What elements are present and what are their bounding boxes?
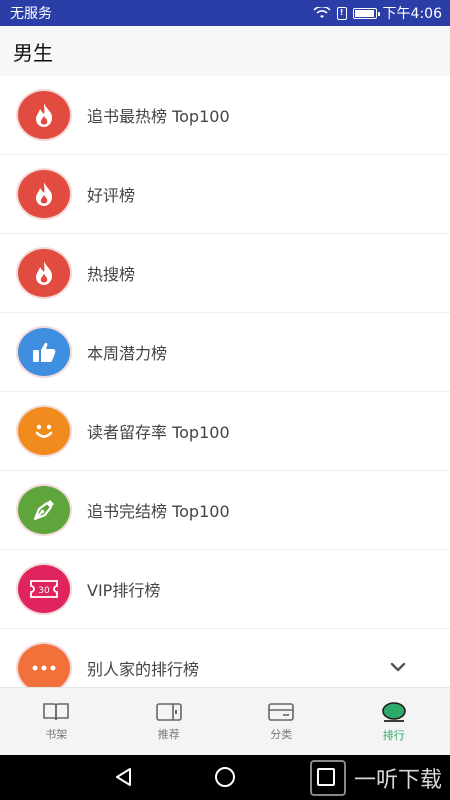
wifi-icon: [312, 7, 331, 18]
home-icon[interactable]: [213, 765, 237, 789]
back-icon[interactable]: [112, 765, 136, 789]
tab-label: 推荐: [157, 727, 180, 741]
battery-icon: [352, 7, 380, 19]
tab-ranking[interactable]: 排行: [338, 688, 450, 755]
watermark-logo: [309, 760, 346, 796]
tab-label: 排行: [382, 728, 405, 742]
ticket-text: 30: [38, 586, 50, 596]
ranking-label: 追书最热榜 Top100: [87, 107, 230, 126]
flame-icon: [18, 170, 70, 218]
page-title: 男生: [13, 40, 53, 65]
no-sim-icon: !: [336, 6, 347, 20]
ranking-item[interactable]: 读者留存率 Top100: [0, 392, 450, 471]
ranking-item-more[interactable]: 别人家的排行榜: [0, 629, 450, 687]
ranking-item[interactable]: 本周潜力榜: [0, 313, 450, 392]
chevron-down-icon[interactable]: [390, 659, 406, 675]
thumbs-up-icon: [18, 328, 70, 376]
bottom-tab-bar: 书架 推荐 分类 排行: [0, 687, 450, 755]
more-icon: [18, 644, 70, 687]
ranking-label: 好评榜: [87, 186, 136, 205]
book-icon: [43, 702, 70, 720]
smiley-icon: [18, 407, 70, 455]
ranking-item[interactable]: 追书最热榜 Top100: [0, 76, 450, 155]
ranking-label: 别人家的排行榜: [87, 660, 200, 679]
carrier-text: 无服务: [10, 6, 52, 22]
tab-category[interactable]: 分类: [225, 688, 338, 755]
tab-bookshelf[interactable]: 书架: [0, 688, 113, 755]
ranking-icon: [381, 701, 406, 722]
watermark-text: 一听下载: [353, 768, 442, 793]
clock: 下午4:06: [382, 6, 442, 22]
ranking-label: 追书完结榜 Top100: [87, 502, 230, 521]
ranking-label: VIP排行榜: [87, 581, 161, 600]
flame-icon: [18, 91, 70, 139]
tab-recommend[interactable]: 推荐: [113, 688, 226, 755]
pen-nib-icon: [18, 486, 70, 534]
status-bar: 无服务 ! 下午4:06: [0, 0, 450, 26]
ranking-item[interactable]: 热搜榜: [0, 234, 450, 313]
flame-icon: [18, 249, 70, 297]
ranking-item[interactable]: 好评榜: [0, 155, 450, 234]
ranking-label: 本周潜力榜: [87, 344, 168, 363]
tab-label: 分类: [270, 727, 293, 741]
ranking-item[interactable]: 追书完结榜 Top100: [0, 471, 450, 550]
ticket-icon: 30: [18, 565, 70, 613]
ranking-list[interactable]: 追书最热榜 Top100 好评榜 热搜榜 本周潜力榜 读者留存率 Top100 …: [0, 76, 450, 687]
recommend-icon: [155, 702, 182, 721]
tab-label: 书架: [45, 727, 68, 741]
ranking-label: 热搜榜: [87, 265, 136, 284]
system-nav-bar: 一听下载: [0, 755, 450, 800]
page-header: 男生: [0, 26, 450, 76]
ranking-item[interactable]: 30 VIP排行榜: [0, 550, 450, 629]
category-icon: [268, 702, 295, 721]
watermark: 一听下载: [309, 760, 442, 796]
ranking-label: 读者留存率 Top100: [87, 423, 230, 442]
